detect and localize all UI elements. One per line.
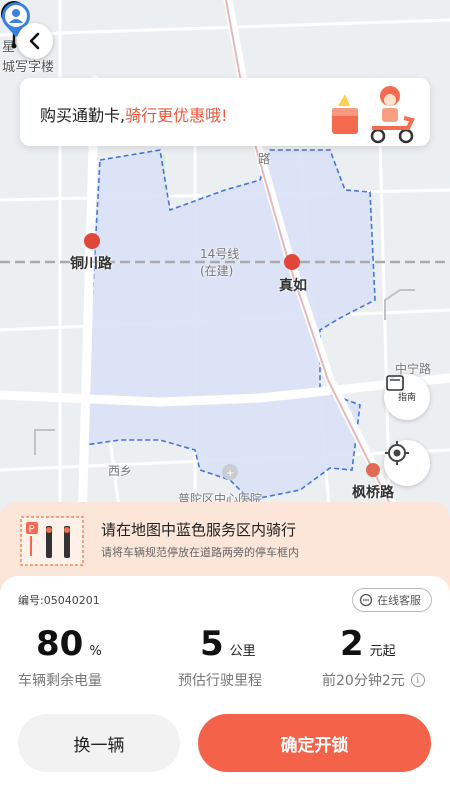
battery-value: 80 bbox=[36, 624, 84, 664]
notice-subtitle: 请将车辆规范停放在道路两旁的停车框内 bbox=[101, 546, 299, 559]
svg-text:+: + bbox=[226, 468, 234, 479]
map-label-building: 城写字楼 bbox=[2, 60, 55, 75]
battery-label: 车辆剩余电量 bbox=[18, 673, 102, 689]
chevron-left-icon bbox=[29, 32, 40, 50]
chat-bubble-icon bbox=[359, 593, 373, 607]
range-stat: 5 公里 预估行驶里程 bbox=[178, 624, 328, 690]
scooter-rider-gift-illustration bbox=[332, 86, 415, 144]
commute-card-promo-banner[interactable]: 购买通勤卡,骑行更优惠哦! bbox=[20, 78, 430, 146]
price-unit: 元起 bbox=[369, 644, 396, 659]
switch-bike-button[interactable]: 换一辆 bbox=[18, 714, 180, 772]
price-value: 2 bbox=[340, 624, 364, 664]
parking-bikes-icon: P bbox=[20, 516, 84, 566]
map-label-fengqiao-station: 枫桥路 bbox=[352, 485, 394, 501]
svg-text:P: P bbox=[29, 524, 35, 535]
map-label-tongchuan-station: 铜川路 bbox=[70, 256, 112, 272]
online-service-label: 在线客服 bbox=[377, 594, 421, 607]
battery-unit: % bbox=[89, 644, 102, 659]
info-icon[interactable]: i bbox=[410, 673, 425, 687]
promo-text-prefix: 购买通勤卡, bbox=[40, 106, 126, 125]
map-label-zhenru-station: 真如 bbox=[279, 278, 307, 294]
map-label-xixiang: 西乡 bbox=[108, 464, 133, 478]
bike-id: 编号:05040201 bbox=[18, 594, 100, 607]
guide-button[interactable]: 指南 bbox=[384, 374, 430, 420]
notice-title: 请在地图中蓝色服务区内骑行 bbox=[101, 521, 297, 539]
confirm-unlock-button[interactable]: 确定开锁 bbox=[198, 714, 431, 772]
map-label-line14-status: (在建) bbox=[200, 264, 234, 278]
book-icon bbox=[386, 375, 404, 391]
price-label: 前20分钟2元 bbox=[322, 673, 405, 689]
price-stat: 2 元起 前20分钟2元 i bbox=[322, 624, 450, 690]
range-value: 5 bbox=[200, 624, 224, 664]
crosshair-icon bbox=[385, 441, 409, 465]
range-label: 预估行驶里程 bbox=[178, 673, 262, 689]
battery-stat: 80 % 车辆剩余电量 bbox=[18, 624, 168, 690]
locate-button[interactable] bbox=[384, 440, 430, 486]
range-unit: 公里 bbox=[229, 644, 256, 659]
online-service-button[interactable]: 在线客服 bbox=[352, 588, 432, 612]
map-label-line14: 14号线 bbox=[200, 247, 240, 261]
map-label-road: 路 bbox=[258, 152, 271, 166]
bike-info-sheet: 编号:05040201 在线客服 80 % 车辆剩余电量 5 公里 预估行驶里程… bbox=[0, 576, 450, 800]
promo-text-highlight: 骑行更优惠哦! bbox=[125, 106, 228, 125]
promo-text: 购买通勤卡,骑行更优惠哦! bbox=[40, 102, 228, 126]
back-button[interactable] bbox=[17, 23, 53, 59]
